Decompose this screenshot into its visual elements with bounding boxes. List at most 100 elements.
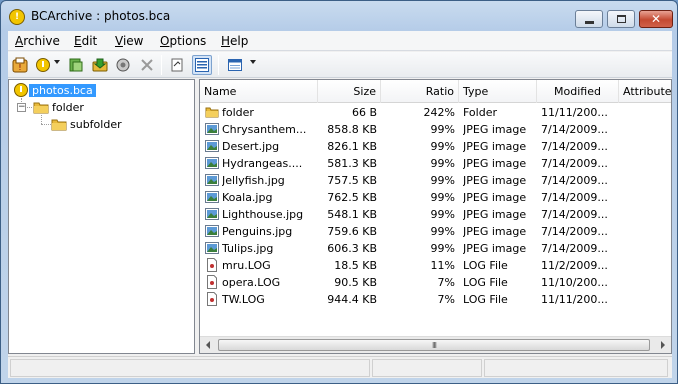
- file-row[interactable]: Lighthouse.jpg 548.1 KB 99% JPEG image 7/14/…: [200, 206, 671, 223]
- file-size: 826.1 KB: [327, 140, 377, 153]
- scroll-right-icon[interactable]: [661, 341, 665, 349]
- file-modified: 7/14/2009...: [541, 208, 608, 221]
- column-header-attributes[interactable]: Attributes: [619, 80, 671, 103]
- file-row[interactable]: Chrysanthem... 858.8 KB 99% JPEG image 7/14/…: [200, 121, 671, 138]
- tree-node-folder[interactable]: folder: [33, 99, 87, 115]
- menu-view[interactable]: View: [115, 34, 143, 48]
- file-row[interactable]: mru.LOG 18.5 KB 11% LOG File 11/2/2009...: [200, 257, 671, 274]
- file-ratio: 99%: [430, 123, 455, 136]
- column-header-modified[interactable]: Modified: [537, 80, 619, 103]
- menu-help[interactable]: Help: [221, 34, 248, 48]
- file-row[interactable]: Hydrangeas.... 581.3 KB 99% JPEG image 7/14/…: [200, 155, 671, 172]
- file-ratio: 7%: [437, 293, 455, 306]
- jpeg-image-icon: [205, 190, 219, 204]
- file-size: 90.5 KB: [334, 276, 377, 289]
- test-icon: [116, 58, 130, 72]
- new-archive-button[interactable]: [34, 56, 52, 74]
- jpeg-image-icon: [205, 241, 219, 255]
- column-header-type[interactable]: Type: [459, 80, 537, 103]
- bcarchive-app-icon[interactable]: !: [9, 9, 25, 25]
- file-ratio: 99%: [430, 242, 455, 255]
- menu-options[interactable]: Options: [160, 34, 206, 48]
- minimize-icon: [584, 20, 594, 24]
- jpeg-image-icon: [205, 173, 219, 187]
- tree-node-root[interactable]: photos.bca: [13, 82, 96, 98]
- file-list[interactable]: Name Size Ratio Type Modified Attributes…: [199, 79, 672, 354]
- file-type: LOG File: [463, 259, 508, 272]
- test-button[interactable]: [114, 56, 132, 74]
- file-size: 944.4 KB: [327, 293, 377, 306]
- file-row[interactable]: opera.LOG 90.5 KB 7% LOG File 11/10/200...: [200, 274, 671, 291]
- details-view-button[interactable]: [192, 55, 212, 75]
- delete-icon: [141, 59, 153, 71]
- file-name: TW.LOG: [222, 293, 265, 306]
- file-ratio: 99%: [430, 191, 455, 204]
- file-ratio: 99%: [430, 157, 455, 170]
- file-row[interactable]: Penguins.jpg 759.6 KB 99% JPEG image 7/14/20…: [200, 223, 671, 240]
- folder-tree[interactable]: photos.bca − folder subfolder: [8, 79, 195, 354]
- file-modified: 7/14/2009...: [541, 123, 608, 136]
- minimize-button[interactable]: [575, 10, 603, 28]
- file-row[interactable]: Koala.jpg 762.5 KB 99% JPEG image 7/14/2009.…: [200, 189, 671, 206]
- column-header-name[interactable]: Name: [200, 80, 318, 103]
- file-name: Desert.jpg: [222, 140, 280, 153]
- scroll-left-icon[interactable]: [206, 341, 210, 349]
- view-mode-button[interactable]: [226, 56, 244, 74]
- file-modified: 11/10/200...: [541, 276, 608, 289]
- jpeg-image-icon: [205, 122, 219, 136]
- extract-button[interactable]: [91, 56, 109, 74]
- file-row[interactable]: Desert.jpg 826.1 KB 99% JPEG image 7/14/2009…: [200, 138, 671, 155]
- properties-button[interactable]: [168, 56, 186, 74]
- file-name: Koala.jpg: [222, 191, 273, 204]
- toolbar-separator: [218, 55, 219, 75]
- add-files-button[interactable]: [67, 56, 85, 74]
- maximize-icon: [616, 15, 626, 23]
- close-icon: ✕: [650, 12, 662, 26]
- toolbar: !: [8, 52, 672, 78]
- file-modified: 7/14/2009...: [541, 174, 608, 187]
- menu-archive[interactable]: Archive: [15, 34, 60, 48]
- jpeg-image-icon: [205, 224, 219, 238]
- file-row[interactable]: Tulips.jpg 606.3 KB 99% JPEG image 7/14/2009…: [200, 240, 671, 257]
- file-size: 757.5 KB: [327, 174, 377, 187]
- log-file-icon: [205, 258, 219, 272]
- app-window: ! BCArchive : photos.bca ✕ Archive Edit …: [0, 0, 678, 384]
- file-row[interactable]: Jellyfish.jpg 757.5 KB 99% JPEG image 7/14/2…: [200, 172, 671, 189]
- status-pane-main: [10, 359, 370, 377]
- menu-edit[interactable]: Edit: [74, 34, 97, 48]
- folder-icon: [205, 105, 219, 119]
- horizontal-scrollbar[interactable]: III: [200, 336, 671, 353]
- file-row[interactable]: TW.LOG 944.4 KB 7% LOG File 11/11/200...: [200, 291, 671, 308]
- file-row[interactable]: folder 66 B 242% Folder 11/11/200...: [200, 104, 671, 121]
- scrollbar-thumb[interactable]: III: [218, 339, 650, 351]
- status-pane-right: [484, 359, 668, 377]
- file-ratio: 99%: [430, 225, 455, 238]
- file-name: Hydrangeas....: [222, 157, 303, 170]
- details-view-icon: [195, 58, 209, 72]
- file-type: JPEG image: [463, 225, 527, 238]
- maximize-button[interactable]: [607, 10, 635, 28]
- file-modified: 11/2/2009...: [541, 259, 608, 272]
- delete-button[interactable]: [138, 56, 156, 74]
- file-name: Lighthouse.jpg: [222, 208, 304, 221]
- title-bar[interactable]: ! BCArchive : photos.bca ✕: [1, 1, 677, 31]
- client-area: Archive Edit View Options Help ! photos.…: [8, 31, 672, 378]
- tree-expander-folder[interactable]: −: [17, 103, 26, 112]
- tree-label-root: photos.bca: [29, 83, 96, 97]
- file-name: Tulips.jpg: [222, 242, 274, 255]
- file-modified: 7/14/2009...: [541, 242, 608, 255]
- file-size: 548.1 KB: [327, 208, 377, 221]
- open-archive-button[interactable]: !: [11, 56, 29, 74]
- file-modified: 7/14/2009...: [541, 191, 608, 204]
- view-mode-dropdown-icon[interactable]: [250, 60, 256, 64]
- column-header-size[interactable]: Size: [318, 80, 381, 103]
- column-header-ratio[interactable]: Ratio: [381, 80, 459, 103]
- file-type: JPEG image: [463, 140, 527, 153]
- close-button[interactable]: ✕: [639, 10, 673, 28]
- tree-label-folder: folder: [52, 100, 84, 114]
- window-title: BCArchive : photos.bca: [31, 9, 171, 23]
- tree-node-subfolder[interactable]: subfolder: [51, 116, 125, 132]
- folder-icon: [33, 102, 49, 114]
- status-bar: [8, 356, 672, 378]
- new-archive-dropdown-icon[interactable]: [54, 60, 60, 64]
